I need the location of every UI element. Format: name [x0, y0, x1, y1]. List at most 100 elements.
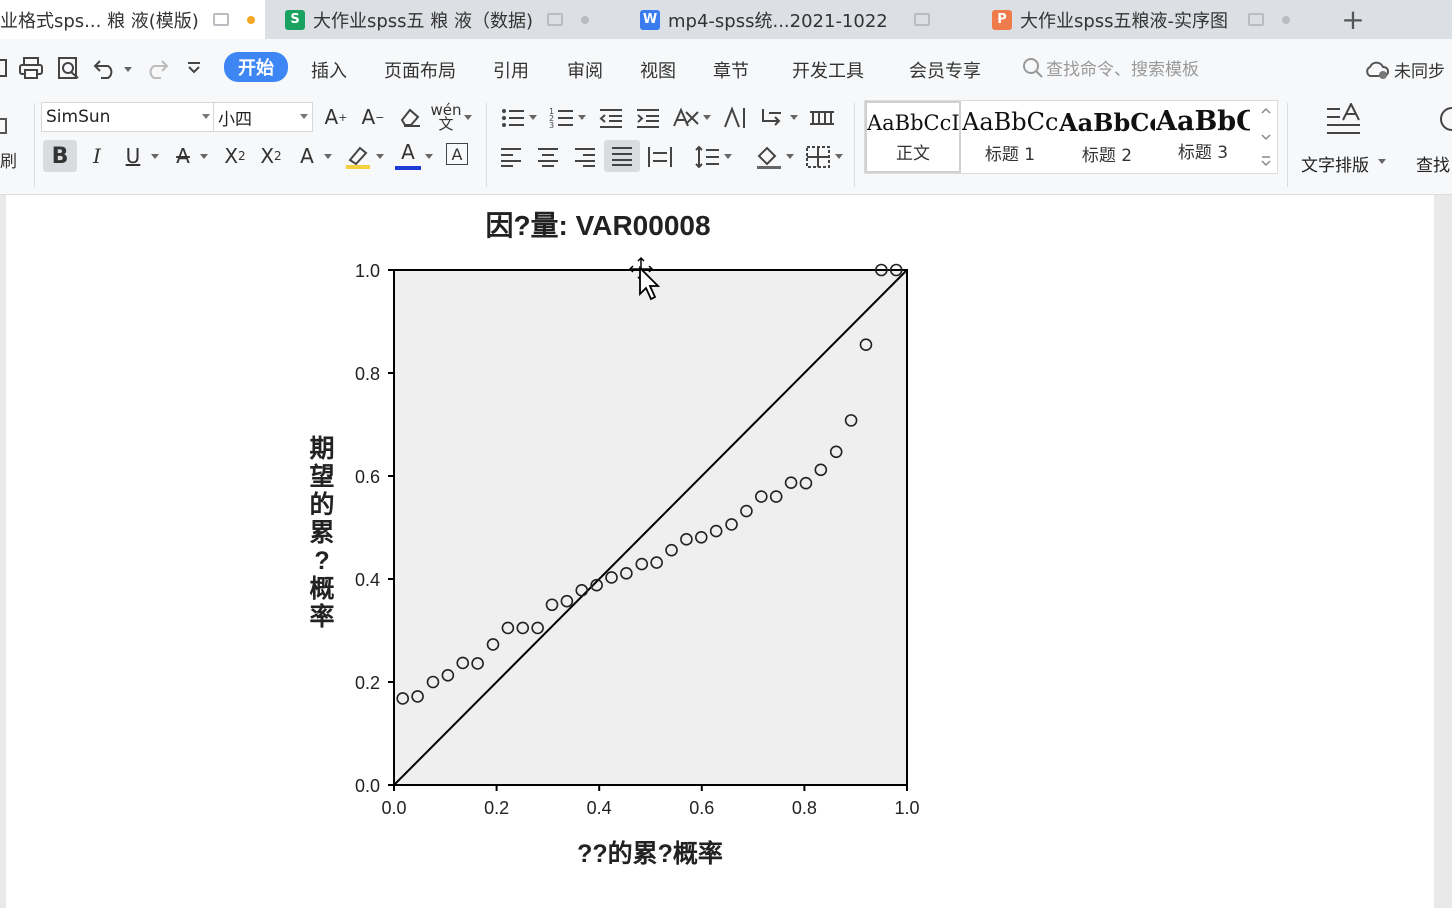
gallery-scroll-icon[interactable] [1260, 105, 1272, 171]
highlight-icon[interactable] [344, 144, 372, 170]
find-button[interactable]: 查找 [1410, 103, 1452, 175]
presentation-app-icon: P [992, 9, 1012, 30]
chevron-down-icon[interactable] [790, 115, 798, 120]
customize-toolbar-icon[interactable] [186, 61, 202, 75]
show-markers-icon[interactable] [808, 107, 836, 129]
font-size-select[interactable]: 小四 [213, 102, 313, 132]
chevron-down-icon[interactable] [578, 115, 586, 120]
underline-button[interactable]: U [120, 140, 146, 172]
italic-button[interactable]: I [86, 140, 108, 172]
sort-icon[interactable] [759, 105, 785, 131]
menu-member-zone[interactable]: 会员专享 [909, 57, 981, 83]
chevron-down-icon[interactable] [529, 115, 537, 120]
y-tick-label: 0.0 [355, 776, 380, 796]
writer-app-icon: W [640, 9, 660, 30]
style-heading-2[interactable]: AaBbCc 标题 2 [1059, 101, 1155, 173]
status-dot-icon [581, 15, 590, 24]
justify-button[interactable] [604, 140, 640, 172]
tab-spreadsheet-data[interactable]: S 大作业spss五 粮 液（数据) [285, 0, 615, 39]
menu-page-layout[interactable]: 页面布局 [384, 57, 456, 83]
tab-word-doc[interactable]: W mp4-spss统...2021-1022 [640, 0, 970, 39]
borders-icon[interactable] [805, 145, 831, 169]
grow-font-icon[interactable]: A + [322, 102, 350, 132]
shading-icon[interactable] [755, 144, 783, 170]
print-icon[interactable] [18, 56, 44, 80]
find-label: 查找 [1416, 156, 1450, 175]
undo-icon[interactable] [93, 57, 119, 79]
mouse-cursor-icon [628, 256, 661, 301]
decrease-indent-icon[interactable] [598, 106, 624, 130]
style-sample: AaBbCcI [867, 111, 960, 135]
bullet-list-icon[interactable] [500, 106, 526, 130]
menu-bar: 开始 插入 页面布局 引用 审阅 视图 章节 开发工具 会员专享 查找命令、搜索… [0, 39, 1452, 97]
x-tick-label: 1.0 [894, 798, 919, 818]
y-tick-label: 0.4 [355, 570, 380, 590]
bold-button[interactable]: B [43, 140, 77, 172]
y-tick-label: 0.8 [355, 364, 380, 384]
find-icon [1440, 107, 1452, 131]
style-heading-1[interactable]: AaBbCc 标题 1 [962, 101, 1058, 173]
menu-review[interactable]: 审阅 [567, 57, 603, 83]
text-layout-button[interactable]: 文字排版 [1298, 103, 1386, 176]
align-right-icon[interactable] [573, 146, 597, 168]
chevron-down-icon[interactable] [151, 154, 159, 159]
menu-home[interactable]: 开始 [224, 52, 288, 82]
menu-insert[interactable]: 插入 [311, 57, 347, 83]
tab-writer-template[interactable]: 业格式sps... 粮 液(模版) [0, 0, 265, 39]
search-placeholder: 查找命令、搜索模板 [1046, 60, 1199, 80]
subscript-button[interactable]: X2 [256, 140, 286, 172]
pp-plot-chart[interactable]: 因?量: VAR00008 0.0 0.2 0.4 0.6 0.8 1.0 0.0 0.2 0… [6, 195, 1434, 908]
text-effect-button[interactable]: A [294, 140, 320, 172]
chevron-down-icon[interactable] [200, 154, 208, 159]
chevron-down-icon[interactable] [376, 154, 384, 159]
menu-view[interactable]: 视图 [640, 57, 676, 83]
tab-presentation[interactable]: P 大作业spss五粮液-实序图 [992, 0, 1324, 39]
chevron-down-icon[interactable] [703, 115, 711, 120]
format-painter-label[interactable]: 刷 [0, 147, 17, 172]
increase-indent-icon[interactable] [635, 106, 661, 130]
chevron-down-icon[interactable] [464, 115, 472, 120]
tab-title: 业格式sps... 粮 液(模版) [0, 10, 199, 32]
distributed-align-icon[interactable] [647, 145, 673, 169]
align-center-icon[interactable] [536, 146, 560, 168]
y-axis-label: 期望的累?概率 [309, 435, 334, 631]
sync-status[interactable]: 未同步 [1364, 57, 1445, 82]
chevron-down-icon[interactable] [724, 154, 732, 159]
style-gallery: AaBbCcI 正文 AaBbCc 标题 1 AaBbCc 标题 2 AaBbC… [864, 100, 1278, 174]
chevron-down-icon[interactable] [324, 154, 332, 159]
line-spacing-icon[interactable] [694, 144, 720, 170]
superscript-button[interactable]: X2 [220, 140, 250, 172]
new-tab-button[interactable]: + [1338, 3, 1368, 36]
align-left-icon[interactable] [499, 146, 523, 168]
style-heading-3[interactable]: AaBbC 标题 3 [1156, 101, 1250, 173]
chinese-layout-icon[interactable] [672, 106, 700, 130]
menu-references[interactable]: 引用 [493, 57, 529, 83]
font-name-select[interactable]: SimSun [41, 102, 215, 132]
command-search[interactable]: 查找命令、搜索模板 [1022, 55, 1199, 80]
justify-icon [612, 147, 632, 166]
print-preview-icon[interactable] [56, 56, 82, 80]
text-direction-icon[interactable] [722, 105, 748, 131]
strikethrough-button[interactable]: A [170, 140, 196, 172]
undo-dropdown-icon[interactable] [124, 67, 132, 72]
menu-chapter[interactable]: 章节 [713, 57, 749, 83]
y-tick-label: 0.2 [355, 673, 380, 693]
pinyin-guide-icon[interactable]: wén 文 [430, 101, 462, 132]
chevron-down-icon[interactable] [786, 154, 794, 159]
chevron-down-icon[interactable] [425, 154, 433, 159]
monitor-icon [212, 13, 229, 26]
redo-icon[interactable] [145, 57, 169, 79]
clear-format-icon[interactable] [398, 106, 422, 128]
document-page[interactable]: 因?量: VAR00008 0.0 0.2 0.4 0.6 0.8 1.0 0.0 0.2 0… [6, 195, 1434, 908]
menu-developer-tools[interactable]: 开发工具 [792, 57, 864, 83]
chevron-down-icon [1378, 159, 1386, 164]
chevron-down-icon[interactable] [835, 154, 843, 159]
character-border-button[interactable]: A [446, 143, 468, 165]
numbered-list-icon[interactable]: 123 [549, 106, 575, 130]
shrink-font-icon[interactable]: A − [359, 102, 387, 132]
style-normal[interactable]: AaBbCcI 正文 [865, 101, 961, 173]
pinyin-label: wén [430, 101, 462, 119]
open-icon[interactable] [0, 57, 8, 79]
font-color-button[interactable]: A [395, 138, 421, 170]
format-painter-icon[interactable] [0, 115, 10, 137]
